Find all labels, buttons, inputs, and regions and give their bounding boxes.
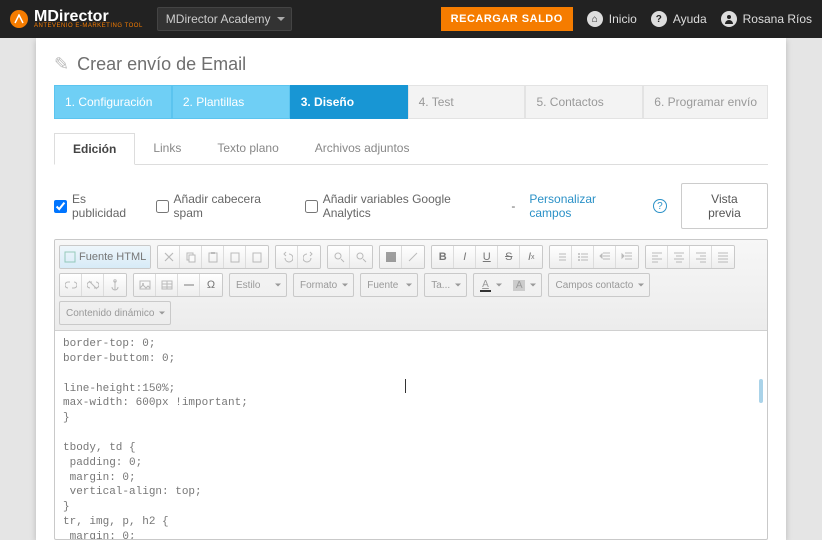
redo-button[interactable] xyxy=(298,246,320,268)
opt-spam[interactable]: Añadir cabecera spam xyxy=(156,192,291,220)
opt-ga-label: Añadir variables Google Analytics xyxy=(323,192,498,220)
copy-button[interactable] xyxy=(180,246,202,268)
italic-button[interactable]: I xyxy=(454,246,476,268)
text-color-button[interactable]: A xyxy=(474,274,507,296)
pencil-icon: ✎ xyxy=(54,54,69,75)
page-title: ✎ Crear envío de Email xyxy=(54,48,768,85)
paste-text-button[interactable] xyxy=(224,246,246,268)
editor-toolbar: Fuente HTML B xyxy=(55,240,767,331)
brand-icon xyxy=(10,10,28,28)
wizard-steps: 1. Configuración2. Plantillas3. Diseño4.… xyxy=(54,85,768,119)
wizard-step-5[interactable]: 5. Contactos xyxy=(525,85,643,119)
help-icon[interactable]: ? xyxy=(653,199,667,213)
select-all-button[interactable] xyxy=(380,246,402,268)
wizard-step-3[interactable]: 3. Diseño xyxy=(290,85,408,119)
workspace-dropdown[interactable]: MDirector Academy xyxy=(157,7,292,31)
size-select[interactable]: Ta... xyxy=(425,274,466,296)
opt-separator: - xyxy=(511,199,515,213)
code-content[interactable]: border-top: 0; border-buttom: 0; line-he… xyxy=(55,331,767,539)
design-tabs: EdiciónLinksTexto planoArchivos adjuntos xyxy=(54,133,768,165)
opt-publicity-label: Es publicidad xyxy=(72,192,142,220)
indent-button[interactable] xyxy=(616,246,638,268)
tab-edición[interactable]: Edición xyxy=(54,133,135,165)
wizard-step-4[interactable]: 4. Test xyxy=(408,85,526,119)
opt-publicity-checkbox[interactable] xyxy=(54,200,67,213)
app-header: MDirector ANTEVENIO E-MARKETING TOOL MDi… xyxy=(0,0,822,38)
page-card: ✎ Crear envío de Email 1. Configuración2… xyxy=(36,38,786,540)
image-button[interactable] xyxy=(134,274,156,296)
nav-home[interactable]: ⌂ Inicio xyxy=(587,11,637,27)
opt-ga-checkbox[interactable] xyxy=(305,200,318,213)
dynamic-content-select[interactable]: Contenido dinámico xyxy=(60,302,170,324)
remove-format-button[interactable] xyxy=(402,246,424,268)
user-icon xyxy=(721,11,737,27)
help-icon: ? xyxy=(651,11,667,27)
font-select[interactable]: Fuente xyxy=(361,274,417,296)
align-left-button[interactable] xyxy=(646,246,668,268)
code-editor-area[interactable]: border-top: 0; border-buttom: 0; line-he… xyxy=(55,331,767,539)
cut-button[interactable] xyxy=(158,246,180,268)
link-button[interactable] xyxy=(60,274,82,296)
wizard-step-2[interactable]: 2. Plantillas xyxy=(172,85,290,119)
remove-format-button-2[interactable]: Ix xyxy=(520,246,542,268)
nav-user[interactable]: Rosana Ríos xyxy=(721,11,812,27)
undo-button[interactable] xyxy=(276,246,298,268)
opt-spam-checkbox[interactable] xyxy=(156,200,169,213)
source-html-button[interactable]: Fuente HTML xyxy=(60,246,150,268)
nav-help-label: Ayuda xyxy=(673,12,707,26)
wizard-step-1[interactable]: 1. Configuración xyxy=(54,85,172,119)
tab-links[interactable]: Links xyxy=(135,133,199,164)
scrollbar-thumb[interactable] xyxy=(759,379,763,403)
reload-balance-button[interactable]: RECARGAR SALDO xyxy=(441,7,573,31)
table-button[interactable] xyxy=(156,274,178,296)
contact-fields-select[interactable]: Campos contacto xyxy=(549,274,649,296)
bg-color-button[interactable]: A xyxy=(507,274,542,296)
home-icon: ⌂ xyxy=(587,11,603,27)
wizard-step-6[interactable]: 6. Programar envío xyxy=(643,85,768,119)
align-justify-button[interactable] xyxy=(712,246,734,268)
find-button[interactable] xyxy=(328,246,350,268)
options-row: Es publicidad Añadir cabecera spam Añadi… xyxy=(54,165,768,239)
bold-button[interactable]: B xyxy=(432,246,454,268)
tab-archivos-adjuntos[interactable]: Archivos adjuntos xyxy=(297,133,428,164)
opt-publicity[interactable]: Es publicidad xyxy=(54,192,142,220)
nav-help[interactable]: ? Ayuda xyxy=(651,11,707,27)
unlink-button[interactable] xyxy=(82,274,104,296)
text-caret xyxy=(405,379,406,393)
opt-ga[interactable]: Añadir variables Google Analytics xyxy=(305,192,498,220)
personalize-fields-link[interactable]: Personalizar campos xyxy=(529,192,639,220)
align-center-button[interactable] xyxy=(668,246,690,268)
hr-button[interactable] xyxy=(178,274,200,296)
bullet-list-button[interactable] xyxy=(572,246,594,268)
tab-texto-plano[interactable]: Texto plano xyxy=(199,133,296,164)
paste-button[interactable] xyxy=(202,246,224,268)
special-char-button[interactable]: Ω xyxy=(200,274,222,296)
brand-tagline: ANTEVENIO E-MARKETING TOOL xyxy=(34,23,143,29)
replace-button[interactable] xyxy=(350,246,372,268)
underline-button[interactable]: U xyxy=(476,246,498,268)
nav-user-label: Rosana Ríos xyxy=(743,12,812,26)
strike-button[interactable]: S xyxy=(498,246,520,268)
outdent-button[interactable] xyxy=(594,246,616,268)
brand-logo[interactable]: MDirector ANTEVENIO E-MARKETING TOOL xyxy=(10,9,143,29)
page-title-text: Crear envío de Email xyxy=(77,54,246,75)
style-select[interactable]: Estilo xyxy=(230,274,286,296)
opt-spam-label: Añadir cabecera spam xyxy=(174,192,291,220)
format-select[interactable]: Formato xyxy=(294,274,353,296)
preview-button[interactable]: Vista previa xyxy=(681,183,768,229)
nav-home-label: Inicio xyxy=(609,12,637,26)
align-right-button[interactable] xyxy=(690,246,712,268)
rich-text-editor: Fuente HTML B xyxy=(54,239,768,540)
anchor-button[interactable] xyxy=(104,274,126,296)
paste-word-button[interactable] xyxy=(246,246,268,268)
numbered-list-button[interactable] xyxy=(550,246,572,268)
